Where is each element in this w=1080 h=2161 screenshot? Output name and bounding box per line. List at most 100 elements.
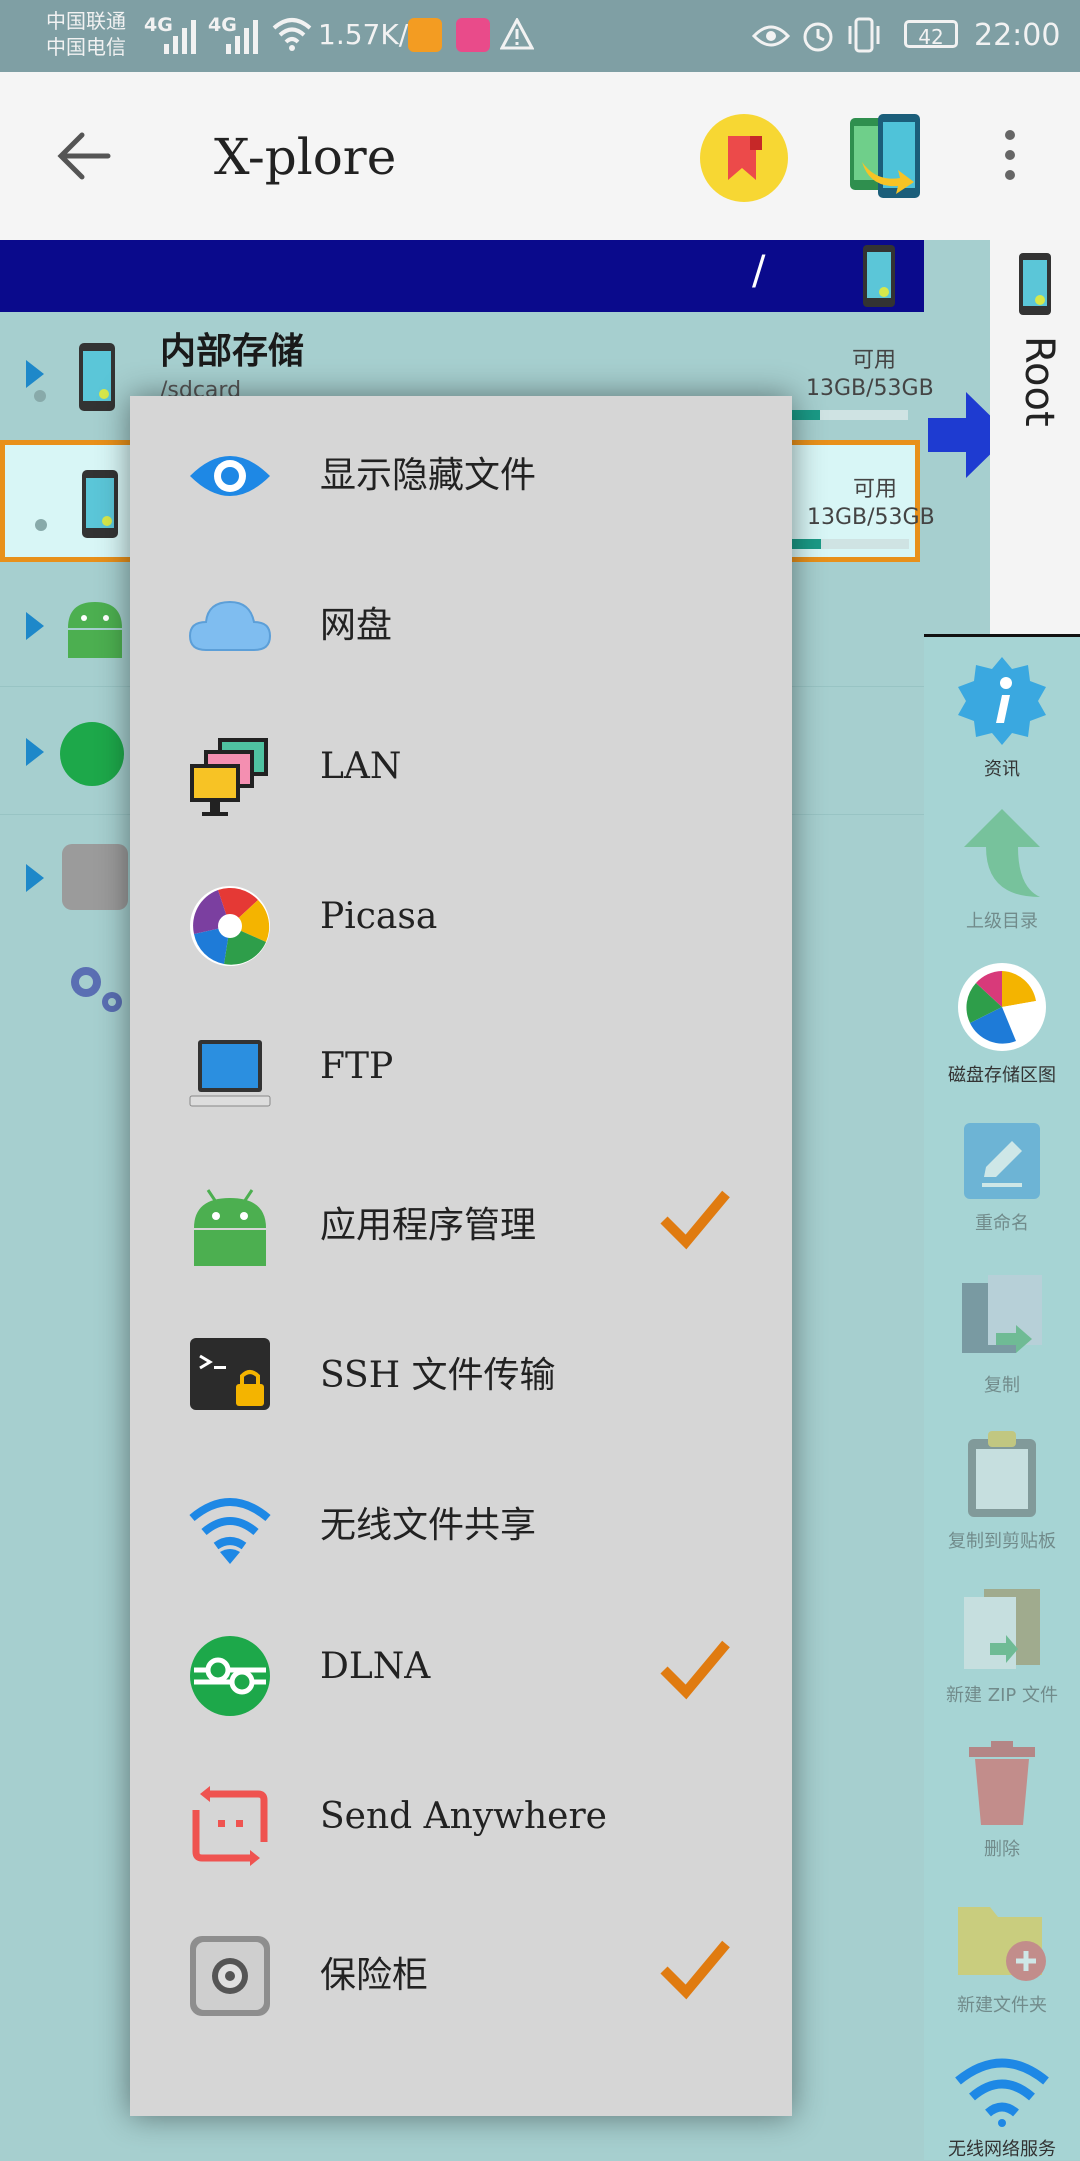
- current-path[interactable]: /: [752, 248, 765, 294]
- menu-item-label: 无线文件共享: [320, 1505, 537, 1546]
- storage-usage-fill: [791, 539, 821, 549]
- copy-button[interactable]: 复制: [924, 1273, 1080, 1397]
- back-arrow-icon[interactable]: [56, 130, 112, 182]
- app-notification-icon: [408, 18, 442, 52]
- menu-item-label: 应用程序管理: [320, 1205, 537, 1246]
- cloud-icon: [188, 600, 272, 651]
- eye-icon: [190, 456, 270, 496]
- toolbar: 资讯 上级目录 磁盘存储区图 重命名 复制 复制到剪贴板 新建 ZIP 文件 删…: [924, 637, 1080, 2160]
- terminal-lock-icon: [190, 1338, 270, 1410]
- menu-item-ftp[interactable]: FTP: [130, 1000, 792, 1150]
- expand-arrow-icon[interactable]: [26, 612, 44, 640]
- root-label: Root: [1016, 336, 1062, 427]
- trash-icon: [969, 1741, 1035, 1825]
- checkmark-icon[interactable]: [660, 1934, 730, 2004]
- expand-arrow-icon[interactable]: [26, 864, 44, 892]
- toolbar-label: 重命名: [975, 1213, 1029, 1234]
- menu-item-send-anywhere[interactable]: Send Anywhere: [130, 1750, 792, 1900]
- copy-icon: [962, 1275, 1042, 1353]
- storage-title: 内部存储: [160, 331, 305, 372]
- menu-item-wifi-share[interactable]: 无线文件共享: [130, 1450, 792, 1600]
- menu-item-label: SSH 文件传输: [320, 1355, 556, 1396]
- menu-item-label: 显示隐藏文件: [320, 455, 537, 496]
- android-icon: [194, 1189, 266, 1266]
- carrier-info: 中国联通 中国电信: [46, 8, 126, 60]
- menu-item-app-manager[interactable]: 应用程序管理: [130, 1150, 792, 1300]
- disk-map-button[interactable]: 磁盘存储区图: [924, 961, 1080, 1087]
- menu-item-label: Send Anywhere: [320, 1796, 607, 1837]
- wifi-service-icon: [955, 2058, 1049, 2127]
- menu-item-lan[interactable]: LAN: [130, 700, 792, 850]
- app-bar: X-plore: [0, 72, 1080, 240]
- copy-to-clipboard-button[interactable]: 复制到剪贴板: [924, 1429, 1080, 1553]
- signal-icon: [164, 16, 200, 54]
- storage-usage-bar: [791, 539, 909, 549]
- clock: 22:00: [974, 18, 1061, 53]
- menu-item-label: LAN: [320, 746, 402, 787]
- status-dot: [34, 390, 46, 402]
- expand-arrow-icon[interactable]: [26, 738, 44, 766]
- menu-item-picasa[interactable]: Picasa: [130, 850, 792, 1000]
- rename-icon: [964, 1123, 1040, 1199]
- path-bar: /: [0, 240, 924, 312]
- menu-item-label: 网盘: [320, 605, 393, 646]
- alarm-icon: [803, 22, 833, 52]
- toolbar-label: 复制到剪贴板: [948, 1531, 1056, 1552]
- wifi-service-button[interactable]: 无线网络服务: [924, 2057, 1080, 2161]
- delete-button[interactable]: 删除: [924, 1741, 1080, 1861]
- phone-storage-icon: [79, 343, 115, 411]
- lan-monitors-icon: [190, 738, 268, 816]
- toolbar-label: 复制: [984, 1375, 1020, 1396]
- carrier-1: 中国联通: [46, 9, 126, 33]
- laptop-icon: [189, 1040, 271, 1107]
- toolbar-label: 磁盘存储区图: [948, 1065, 1056, 1086]
- dlna-icon: [190, 1636, 270, 1716]
- menu-item-show-hidden[interactable]: 显示隐藏文件: [130, 400, 792, 550]
- checkmark-icon[interactable]: [660, 1634, 730, 1704]
- new-folder-button[interactable]: 新建文件夹: [924, 1897, 1080, 2017]
- phone-storage-icon: [1019, 253, 1051, 315]
- toolbar-label: 删除: [984, 1839, 1020, 1860]
- carrier-2: 中国电信: [46, 35, 126, 59]
- bookmark-button[interactable]: [700, 114, 788, 202]
- settings-gears-icon[interactable]: [64, 960, 128, 1018]
- rename-button[interactable]: 重命名: [924, 1121, 1080, 1235]
- overflow-menu-icon[interactable]: [1004, 130, 1016, 182]
- clipboard-icon: [968, 1431, 1036, 1517]
- phone-storage-icon: [863, 245, 895, 307]
- popup-menu: 显示隐藏文件 网盘 LAN Picasa FTP 应用程序管理 SSH 文件传输…: [130, 396, 792, 2116]
- storage-size: 13GB/53GB: [806, 376, 934, 401]
- menu-item-dlna[interactable]: DLNA: [130, 1600, 792, 1750]
- bookmark-icon: [728, 136, 762, 180]
- switch-pane-icon[interactable]: [848, 112, 924, 204]
- info-button[interactable]: 资讯: [924, 655, 1080, 781]
- menu-item-label: 保险柜: [320, 1955, 429, 1996]
- new-zip-button[interactable]: 新建 ZIP 文件: [924, 1587, 1080, 1707]
- right-pane-header[interactable]: [990, 240, 1080, 636]
- available-label: 可用: [853, 477, 898, 502]
- expand-arrow-icon[interactable]: [26, 360, 44, 388]
- menu-item-label: FTP: [320, 1046, 394, 1087]
- phone-storage-icon: [82, 470, 118, 538]
- vault-icon: [190, 1936, 270, 2016]
- battery-icon: 42: [904, 20, 958, 49]
- warning-icon: [500, 18, 534, 50]
- menu-item-cloud[interactable]: 网盘: [130, 550, 792, 700]
- toolbar-label: 上级目录: [966, 911, 1038, 932]
- toolbar-label: 新建文件夹: [957, 1995, 1047, 2016]
- checkmark-icon[interactable]: [660, 1184, 730, 1254]
- app-title: X-plore: [214, 128, 397, 186]
- toolbar-label: 资讯: [984, 759, 1020, 780]
- menu-item-ssh[interactable]: SSH 文件传输: [130, 1300, 792, 1450]
- up-arrow-icon: [964, 809, 1040, 897]
- new-folder-icon: [958, 1907, 1046, 1981]
- status-bar: 中国联通 中国电信 4G 4G 1.57K/s 42 22:00: [0, 0, 1080, 72]
- status-dot: [35, 519, 47, 531]
- menu-item-label: Picasa: [320, 896, 438, 937]
- android-icon: [68, 602, 122, 658]
- dlna-icon: [60, 722, 124, 786]
- menu-item-vault[interactable]: 保险柜: [130, 1900, 792, 2050]
- parent-dir-button[interactable]: 上级目录: [924, 807, 1080, 933]
- toolbar-label: 无线网络服务: [948, 2139, 1056, 2160]
- app-notification-icon: [456, 18, 490, 52]
